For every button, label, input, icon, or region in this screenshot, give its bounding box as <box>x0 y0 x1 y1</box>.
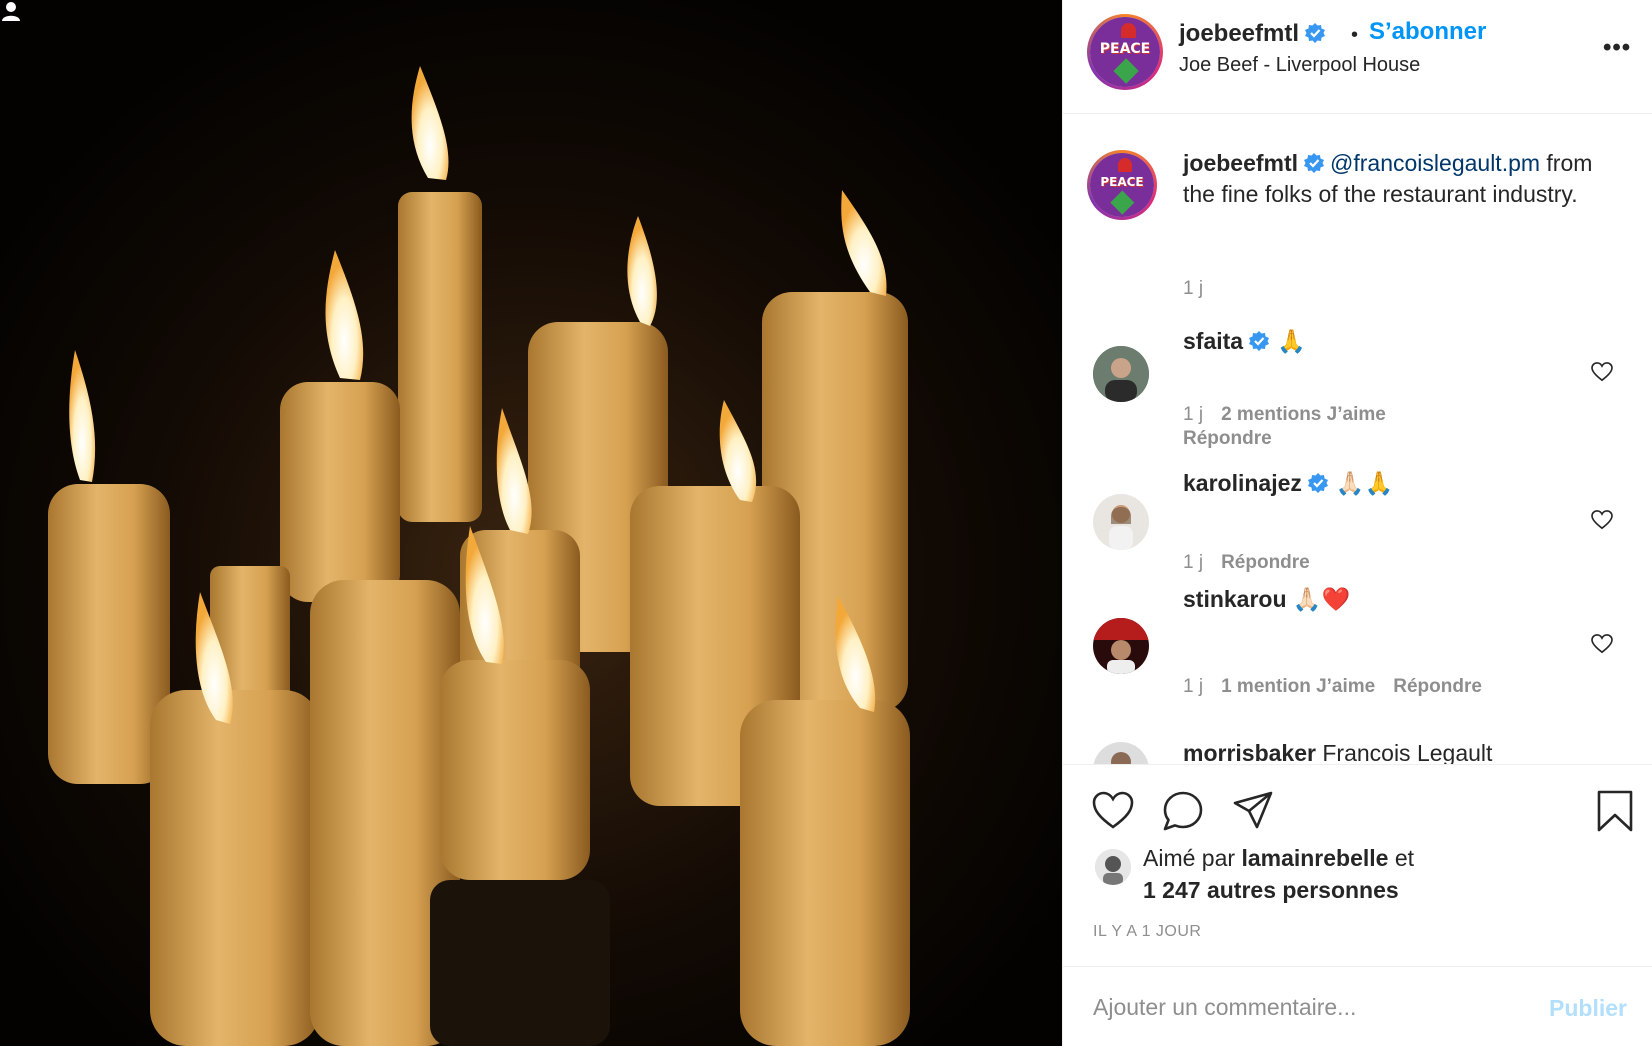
comment-username[interactable]: stinkarou <box>1183 586 1287 612</box>
comment-meta: 1 j 1 mention J’aime Répondre <box>1183 676 1500 698</box>
liked-by-user[interactable]: lamainrebelle <box>1241 845 1388 871</box>
caption-mention[interactable]: @francoislegault.pm <box>1330 150 1540 176</box>
verified-badge-icon <box>1307 473 1328 493</box>
add-comment-bar: Publier <box>1063 966 1652 1046</box>
comment-username[interactable]: morrisbaker <box>1183 740 1316 764</box>
peace-logo-small: PEACE <box>1090 153 1154 217</box>
comment-text: sfaita 🙏 <box>1183 326 1306 357</box>
share-paper-plane-icon[interactable] <box>1231 789 1275 833</box>
save-bookmark-icon[interactable] <box>1593 789 1637 833</box>
comment-text: morrisbaker Francois Legault <box>1183 738 1492 764</box>
comment-likes[interactable]: 2 mentions J’aime <box>1221 404 1386 425</box>
post-age[interactable]: IL Y A 1 JOUR <box>1093 923 1201 941</box>
verified-badge-icon <box>1305 23 1326 43</box>
reply-button[interactable]: Répondre <box>1393 676 1482 697</box>
caption-author-avatar[interactable]: PEACE <box>1087 150 1157 220</box>
verified-badge-icon <box>1304 153 1325 173</box>
liker-avatar[interactable] <box>1095 849 1131 885</box>
comment-body: 🙏🏻🙏 <box>1335 470 1394 496</box>
comment-username[interactable]: karolinajez <box>1183 470 1302 496</box>
like-heart-icon[interactable] <box>1091 789 1135 833</box>
caption-meta: 1 j <box>1183 278 1221 300</box>
like-comment-heart-icon[interactable] <box>1591 362 1613 382</box>
comment-avatar-stinkarou[interactable] <box>1093 618 1149 674</box>
more-options-icon[interactable]: ••• <box>1603 36 1633 60</box>
liked-by-joiner: et <box>1394 845 1415 871</box>
comment-avatar-karolinajez[interactable] <box>1093 494 1149 550</box>
comment-meta: 1 j Répondre <box>1183 552 1328 574</box>
caption-text: joebeefmtl @francoislegault.pm from the f… <box>1183 148 1623 210</box>
caption-username[interactable]: joebeefmtl <box>1183 150 1298 176</box>
publish-button[interactable]: Publier <box>1549 995 1627 1022</box>
liked-by-prefix: Aimé par <box>1143 845 1236 871</box>
author-avatar[interactable]: PEACE <box>1087 14 1163 90</box>
post-header: PEACE joebeefmtl • S’abonner Joe Beef - … <box>1063 0 1652 114</box>
comment-body: Francois Legault <box>1322 740 1493 764</box>
candles-image <box>0 0 1062 1046</box>
comment-body: 🙏 <box>1277 328 1306 354</box>
author-username-row[interactable]: joebeefmtl <box>1179 20 1326 48</box>
post-photo[interactable] <box>0 0 1062 1046</box>
comment-body: 🙏🏻❤️ <box>1292 586 1351 612</box>
verified-badge-icon <box>1249 331 1270 351</box>
comment-time[interactable]: 1 j <box>1183 552 1203 573</box>
liked-by-others[interactable]: 1 247 autres personnes <box>1143 877 1399 904</box>
follow-button[interactable]: S’abonner <box>1369 18 1486 46</box>
tagged-people-icon[interactable] <box>0 0 22 22</box>
comment-meta: 1 j 2 mentions J’aime <box>1183 404 1404 426</box>
reply-button[interactable]: Répondre <box>1221 552 1310 573</box>
comment-bubble-icon[interactable] <box>1161 789 1205 833</box>
post-actions: Aimé par lamainrebelle et 1 247 autres p… <box>1063 764 1652 966</box>
like-comment-heart-icon[interactable] <box>1591 634 1613 654</box>
comment-username[interactable]: sfaita <box>1183 328 1243 354</box>
comment-time[interactable]: 1 j <box>1183 676 1203 697</box>
comments-list[interactable]: PEACE joebeefmtl @francoislegault.pm from… <box>1063 114 1652 764</box>
post-location[interactable]: Joe Beef - Liverpool House <box>1179 54 1420 77</box>
like-comment-heart-icon[interactable] <box>1591 510 1613 530</box>
liked-by-line: Aimé par lamainrebelle et <box>1143 845 1414 872</box>
peace-logo: PEACE <box>1090 17 1160 87</box>
reply-button[interactable]: Répondre <box>1183 428 1272 449</box>
comment-text: stinkarou 🙏🏻❤️ <box>1183 584 1350 615</box>
caption-time[interactable]: 1 j <box>1183 278 1203 299</box>
comment-time[interactable]: 1 j <box>1183 404 1203 425</box>
comment-text: karolinajez 🙏🏻🙏 <box>1183 468 1393 499</box>
comment-likes[interactable]: 1 mention J’aime <box>1221 676 1375 697</box>
separator-dot: • <box>1351 24 1359 46</box>
comment-avatar-sfaita[interactable] <box>1093 346 1149 402</box>
add-comment-input[interactable] <box>1093 987 1513 1027</box>
comment-avatar-morrisbaker[interactable] <box>1093 742 1149 764</box>
reply-row: Répondre <box>1183 428 1290 450</box>
post-side-panel: PEACE joebeefmtl • S’abonner Joe Beef - … <box>1062 0 1652 1046</box>
author-username[interactable]: joebeefmtl <box>1179 20 1299 47</box>
